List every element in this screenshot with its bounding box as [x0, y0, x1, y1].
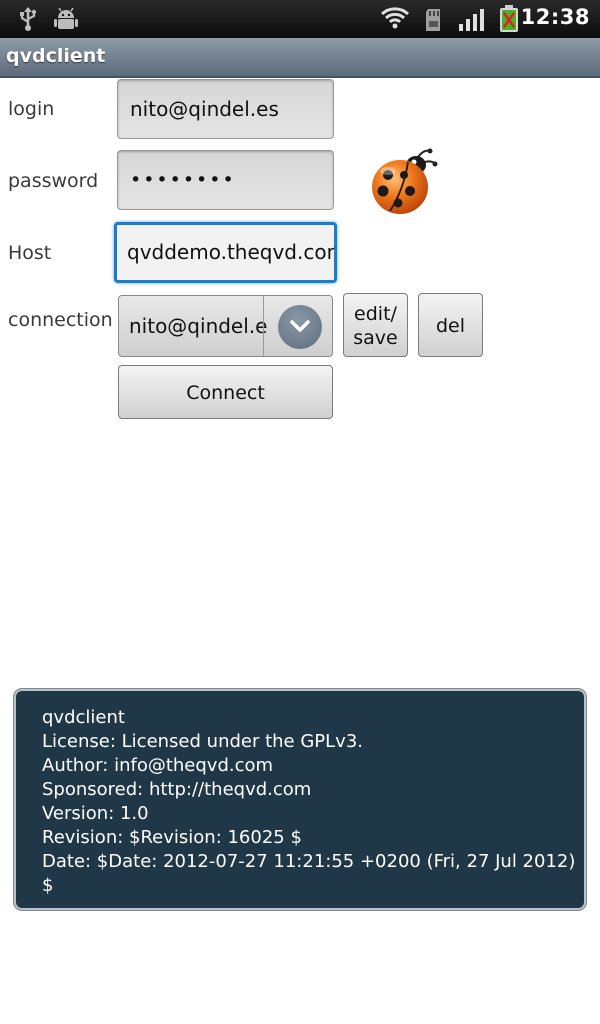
status-clock: 12:38 — [520, 5, 590, 29]
host-label: Host — [8, 242, 52, 264]
about-app-name: qvdclient — [42, 707, 125, 728]
connection-spinner[interactable]: nito@qindel.es — [118, 295, 333, 357]
edit-save-button[interactable]: edit/ save — [343, 293, 408, 357]
battery-icon — [498, 5, 520, 37]
spinner-divider — [263, 296, 264, 356]
host-input[interactable]: qvddemo.theqvd.com — [114, 222, 337, 283]
edit-save-label-line1: edit/ — [354, 303, 397, 325]
chevron-down-icon[interactable] — [278, 305, 322, 349]
about-license: License: Licensed under the GPLv3. — [42, 731, 364, 752]
about-date-end: $ — [42, 875, 54, 896]
connect-button[interactable]: Connect — [118, 365, 333, 419]
connection-selected-value: nito@qindel.es — [129, 314, 267, 338]
android-debug-icon — [54, 7, 78, 34]
about-revision: Revision: $Revision: 16025 $ — [42, 827, 302, 848]
wifi-icon — [380, 6, 410, 34]
about-version: Version: 1.0 — [42, 803, 149, 824]
password-input[interactable]: •••••••• — [117, 150, 334, 210]
ladybug-logo — [366, 145, 438, 217]
connection-label: connection — [8, 309, 113, 331]
about-author: Author: info@theqvd.com — [42, 755, 274, 776]
password-label: password — [8, 170, 99, 192]
status-bar: 12:38 — [0, 0, 600, 38]
about-date: Date: $Date: 2012-07-27 11:21:55 +0200 (… — [42, 851, 576, 872]
login-input[interactable]: nito@qindel.es — [117, 79, 334, 139]
sd-card-icon — [424, 8, 442, 36]
signal-icon — [458, 8, 486, 36]
app-title: qvdclient — [6, 45, 106, 67]
usb-icon — [18, 6, 38, 36]
login-label: login — [8, 98, 55, 120]
delete-button[interactable]: del — [418, 293, 483, 357]
about-sponsored: Sponsored: http://theqvd.com — [42, 779, 312, 800]
about-panel: qvdclient License: Licensed under the GP… — [14, 689, 586, 910]
edit-save-label-line2: save — [353, 327, 398, 349]
title-bar: qvdclient — [0, 38, 600, 78]
